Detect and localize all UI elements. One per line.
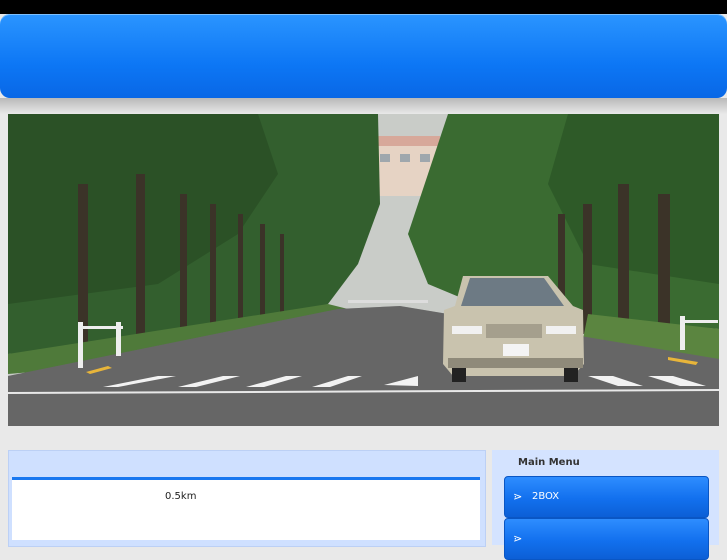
menu-item-2box[interactable]: ⋗ 2BOX [504,476,709,518]
top-bar [0,0,727,14]
hero-image [8,114,719,426]
header-shadow [0,98,727,114]
content-panel: 0.5km [12,477,480,540]
menu-title: Main Menu [518,457,580,468]
chevron-right-icon: ⋗ [513,532,523,545]
menu-item-2[interactable]: ⋗ [504,518,709,560]
site-header [0,14,727,98]
main-content: 0.5km [8,450,486,547]
chevron-right-icon: ⋗ [513,490,523,503]
distance-text: 0.5km [165,491,197,502]
menu-item-label: 2BOX [532,491,560,502]
sidebar: Main Menu ⋗ 2BOX ⋗ [492,450,719,560]
